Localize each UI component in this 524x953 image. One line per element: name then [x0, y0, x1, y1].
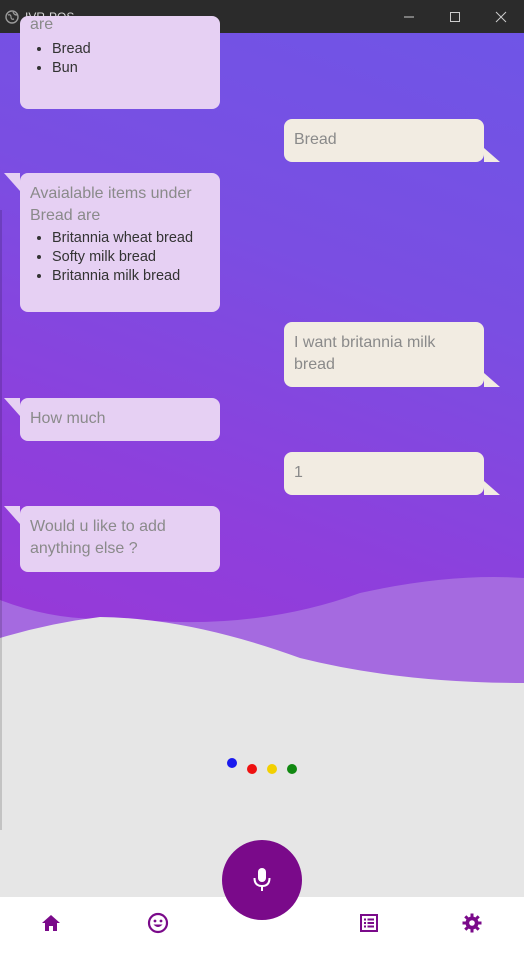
- home-icon: [42, 915, 60, 931]
- message-text: Would u like to add anything else ?: [30, 518, 166, 557]
- user-message: 1: [284, 452, 500, 495]
- listening-dot: [287, 764, 297, 774]
- panel-edge: [0, 210, 2, 830]
- gear-icon: [462, 913, 482, 933]
- message-list-item: Britannia wheat bread: [52, 229, 210, 248]
- message-item-list: Bread Bun: [30, 40, 210, 78]
- microphone-icon: [253, 868, 271, 891]
- list-button[interactable]: [358, 912, 380, 934]
- message-text: Bread: [294, 131, 337, 148]
- minimize-icon: [404, 16, 414, 17]
- bot-message: Would u like to add anything else ?: [4, 506, 220, 572]
- message-text: 1: [294, 464, 303, 481]
- close-icon: [495, 11, 507, 22]
- smiley-icon: [147, 912, 169, 934]
- message-list-item: Bun: [52, 59, 210, 78]
- home-button[interactable]: [40, 912, 62, 934]
- bubble-tail: [484, 373, 500, 387]
- smiley-button[interactable]: [147, 912, 169, 934]
- user-message: Bread: [284, 119, 500, 162]
- bubble-tail: [484, 148, 500, 162]
- list-icon: [360, 914, 378, 932]
- maximize-icon: [450, 11, 460, 22]
- bot-message: How much: [4, 398, 220, 441]
- bubble-tail: [484, 481, 500, 495]
- microphone-button[interactable]: [222, 840, 302, 920]
- maximize-button[interactable]: [432, 0, 478, 33]
- app-globe-icon: [5, 9, 19, 24]
- listening-dot: [247, 764, 257, 774]
- close-button[interactable]: [478, 0, 524, 33]
- message-list-item: Britannia milk bread: [52, 267, 210, 286]
- listening-dot: [227, 758, 237, 768]
- message-text: Avaialable items under Bread are: [30, 185, 192, 224]
- message-text: are: [30, 16, 54, 33]
- bot-message: are Bread Bun: [20, 16, 220, 109]
- message-text: I want britannia milk bread: [294, 334, 436, 373]
- settings-button[interactable]: [461, 912, 483, 934]
- message-item-list: Britannia wheat bread Softy milk bread B…: [30, 229, 210, 286]
- minimize-button[interactable]: [386, 0, 432, 33]
- message-list-item: Softy milk bread: [52, 248, 210, 267]
- listening-dot: [267, 764, 277, 774]
- message-list-item: Bread: [52, 40, 210, 59]
- bubble-tail: [4, 173, 20, 191]
- user-message: I want britannia milk bread: [284, 322, 500, 387]
- bot-message: Avaialable items under Bread are Britann…: [4, 173, 220, 312]
- listening-indicator: [226, 758, 306, 778]
- bubble-tail: [4, 398, 20, 416]
- bubble-tail: [4, 506, 20, 524]
- message-text: How much: [30, 410, 106, 427]
